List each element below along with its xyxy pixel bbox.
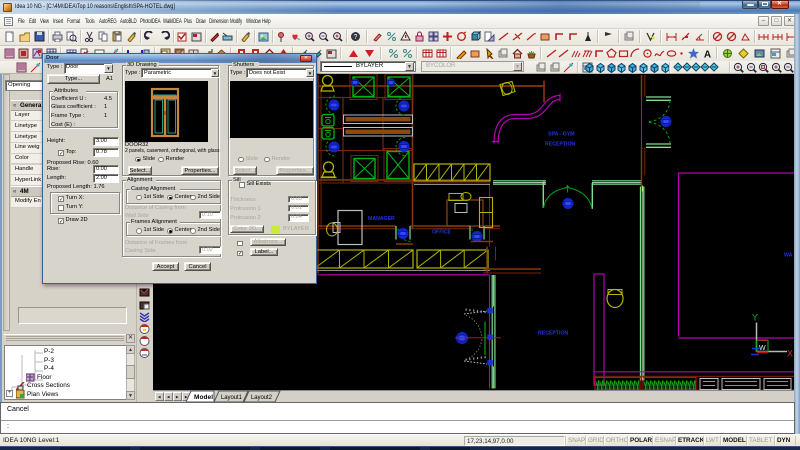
svg-text:SPA - GYM: SPA - GYM [548, 131, 575, 137]
svg-text:A: A [704, 50, 711, 60]
svg-text:OFFICE: OFFICE [432, 229, 452, 235]
svg-text:Layout2: Layout2 [251, 395, 273, 401]
svg-text:W: W [759, 345, 766, 352]
svg-text:X: X [787, 348, 793, 358]
svg-text:RECEPTION: RECEPTION [545, 141, 576, 147]
svg-text:?: ? [354, 34, 358, 41]
svg-text:Y: Y [752, 312, 758, 322]
svg-text:WA: WA [784, 252, 793, 258]
svg-text:RECEPTION: RECEPTION [538, 330, 569, 336]
svg-text:Layout1: Layout1 [221, 395, 243, 401]
svg-text:Model: Model [194, 394, 213, 401]
svg-text:MANAGER: MANAGER [368, 216, 395, 222]
